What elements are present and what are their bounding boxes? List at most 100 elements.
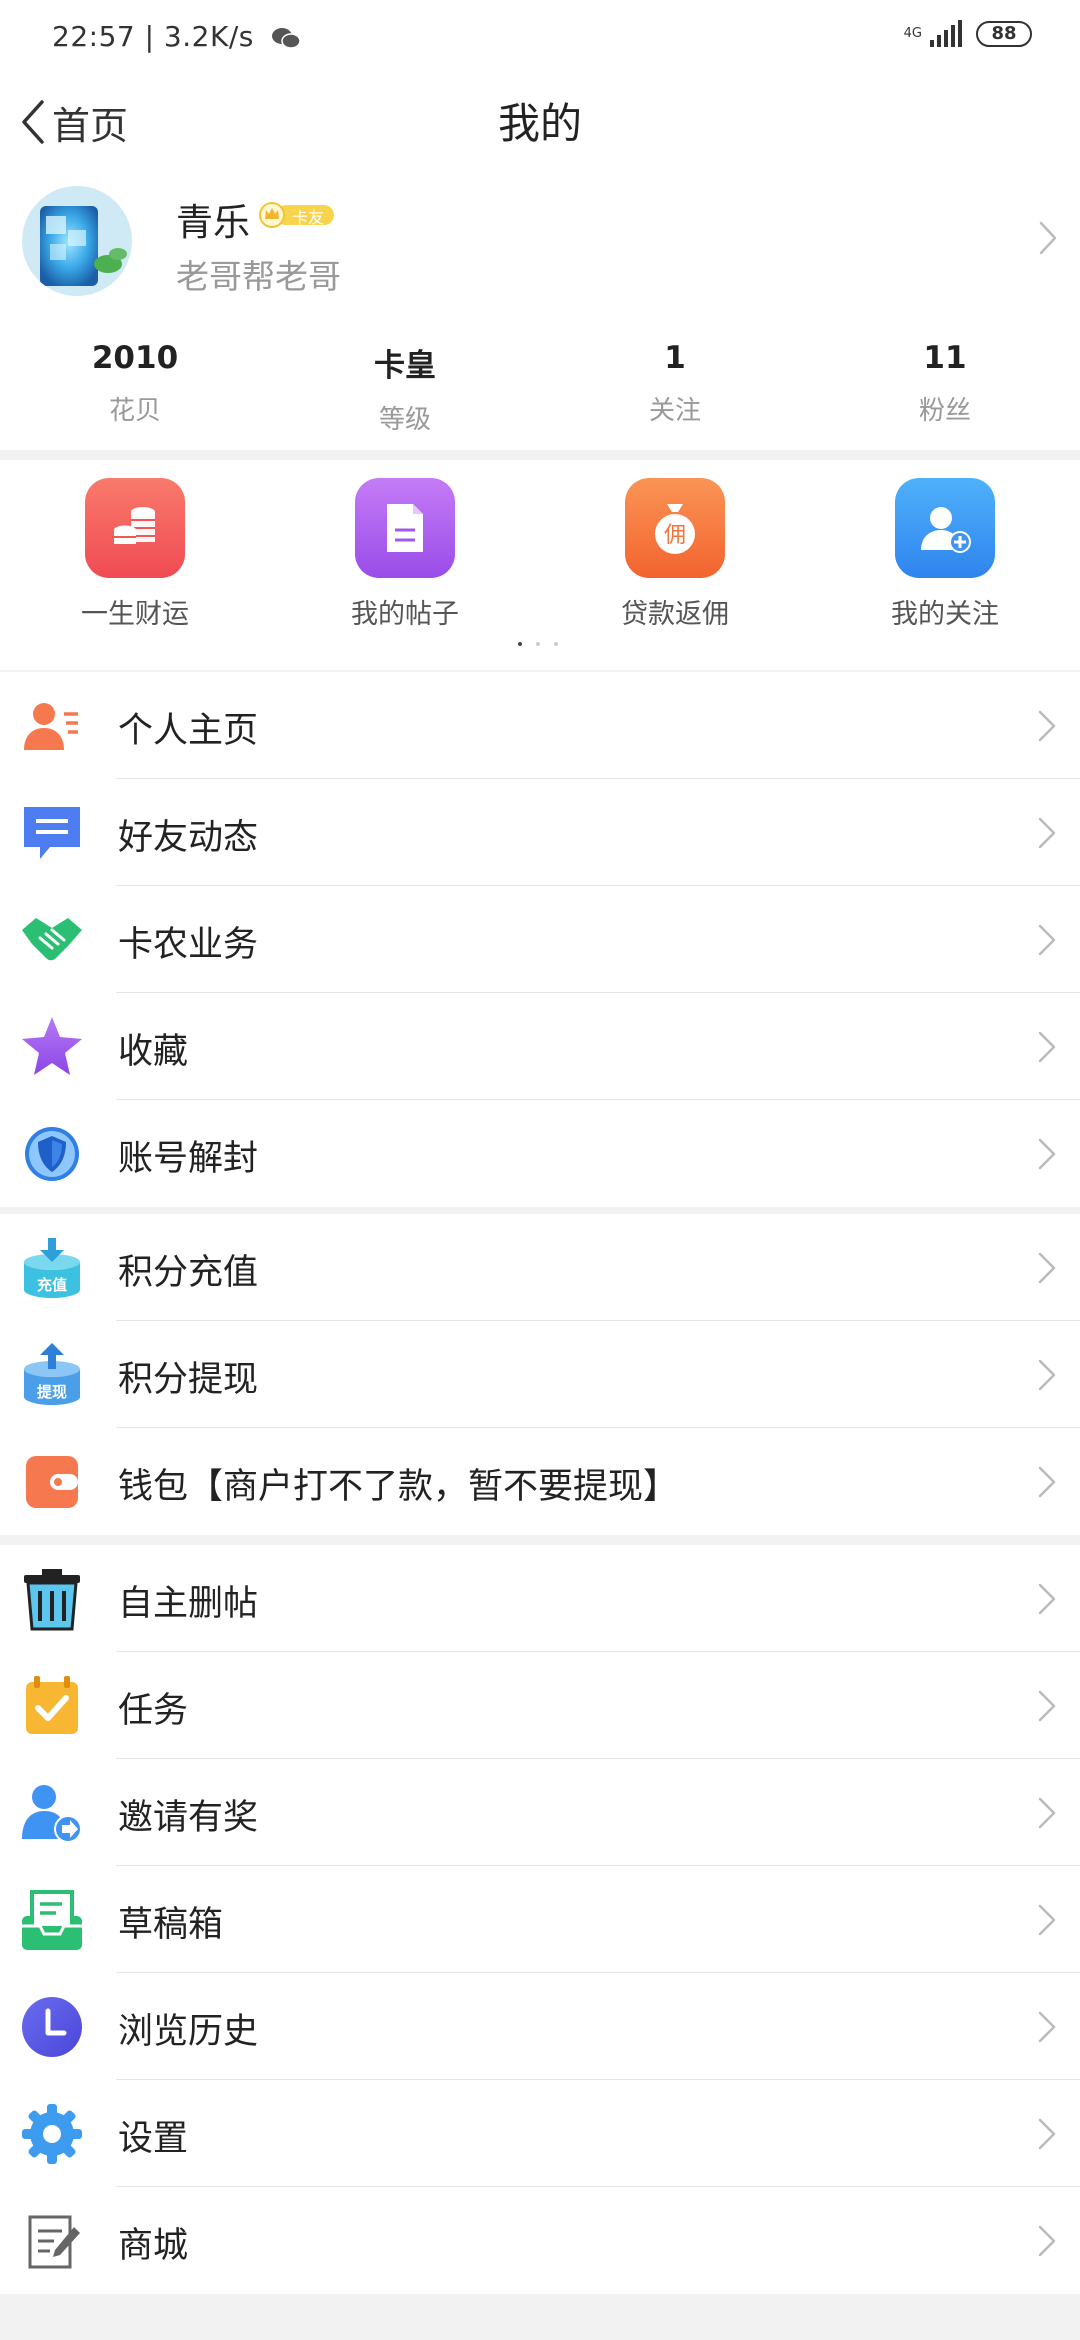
gear-icon	[20, 2102, 84, 2166]
menu-item-points-withdraw[interactable]: 提现 积分提现	[0, 1321, 1080, 1428]
chevron-right-icon[interactable]	[1036, 218, 1060, 258]
menu-item-label: 积分提现	[118, 1360, 259, 1400]
status-time-text: 22:57 | 3.2K/s	[52, 20, 254, 53]
signal-icon	[930, 20, 962, 47]
menu-item-label: 商城	[118, 2226, 189, 2266]
task-icon	[20, 1674, 84, 1738]
stat-value: 11	[923, 340, 967, 376]
stat-value: 2010	[91, 340, 179, 376]
menu-item-label: 个人主页	[118, 711, 259, 751]
profile-section: 青乐 卡友 老哥帮老哥 2010 花贝 卡皇 等级 1 关注 11 粉丝	[0, 180, 1080, 450]
chevron-right-icon	[1038, 710, 1056, 742]
menu-item-browse-history[interactable]: 浏览历史	[0, 1973, 1080, 2080]
chevron-right-icon	[1038, 2011, 1056, 2043]
wallet-icon	[20, 1450, 84, 1514]
chevron-right-icon	[1038, 1583, 1056, 1615]
quick-action-label: 我的帖子	[351, 599, 459, 630]
quick-action-label: 我的关注	[891, 599, 999, 630]
add-user-icon	[895, 478, 995, 578]
mall-icon	[20, 2209, 84, 2273]
status-bar: 22:57 | 3.2K/s 4G 88	[0, 0, 1080, 70]
chevron-right-icon	[1038, 1466, 1056, 1498]
menu-item-label: 自主删帖	[118, 1584, 259, 1624]
page-indicator	[518, 642, 558, 646]
withdraw-badge-label: 提现	[37, 1383, 67, 1401]
chevron-right-icon	[1038, 1690, 1056, 1722]
menu-item-label: 收藏	[118, 1032, 189, 1072]
vip-badge-label: 卡友	[292, 208, 325, 227]
stat-label: 花贝	[108, 396, 161, 426]
quick-action-my-follows[interactable]: 我的关注	[845, 478, 1045, 631]
menu-item-label: 钱包【商户打不了款，暂不要提现】	[118, 1467, 679, 1507]
menu-item-kanong-business[interactable]: 卡农业务	[0, 886, 1080, 993]
chevron-right-icon	[1038, 2225, 1056, 2257]
recharge-icon: 充值	[20, 1236, 84, 1300]
chevron-right-icon	[1038, 1031, 1056, 1063]
chevron-right-icon	[1038, 817, 1056, 849]
menu-item-label: 积分充值	[118, 1253, 259, 1293]
quick-action-fortune[interactable]: 一生财运	[35, 478, 235, 631]
svg-text:佣: 佣	[664, 523, 686, 548]
menu-item-invite-reward[interactable]: 邀请有奖	[0, 1759, 1080, 1866]
menu-item-label: 账号解封	[118, 1139, 259, 1179]
menu-item-friend-feed[interactable]: 好友动态	[0, 779, 1080, 886]
chevron-right-icon	[1038, 2118, 1056, 2150]
quick-action-label: 一生财运	[81, 599, 189, 630]
trash-icon	[20, 1567, 84, 1631]
user-subtitle: 老哥帮老哥	[176, 257, 341, 296]
page-dot	[518, 642, 522, 646]
menu-item-label: 邀请有奖	[118, 1798, 259, 1838]
page-dot	[536, 642, 540, 646]
chevron-right-icon	[1038, 1904, 1056, 1936]
invite-icon	[20, 1781, 84, 1845]
chevron-right-icon	[1038, 924, 1056, 956]
menu-item-label: 浏览历史	[118, 2012, 259, 2052]
menu-item-label: 好友动态	[118, 818, 259, 858]
stats-row: 2010 花贝 卡皇 等级 1 关注 11 粉丝	[0, 340, 1080, 436]
star-icon	[20, 1015, 84, 1079]
menu-item-self-delete-post[interactable]: 自主删帖	[0, 1545, 1080, 1652]
chevron-right-icon	[1038, 1797, 1056, 1829]
document-icon	[355, 478, 455, 578]
menu-item-favorites[interactable]: 收藏	[0, 993, 1080, 1100]
quick-action-loan-rebate[interactable]: 佣 贷款返佣	[575, 478, 775, 631]
stat-fans[interactable]: 11 粉丝	[810, 340, 1080, 436]
chevron-right-icon	[1038, 1138, 1056, 1170]
menu-item-tasks[interactable]: 任务	[0, 1652, 1080, 1759]
stat-value: 卡皇	[374, 348, 436, 384]
stat-label: 粉丝	[918, 396, 971, 426]
menu-item-drafts[interactable]: 草稿箱	[0, 1866, 1080, 1973]
chevron-right-icon	[1038, 1252, 1056, 1284]
page-dot	[554, 642, 558, 646]
quick-action-my-posts[interactable]: 我的帖子	[305, 478, 505, 631]
page-title: 我的	[497, 99, 582, 148]
wechat-icon	[272, 28, 301, 49]
avatar[interactable]	[22, 186, 132, 296]
stat-level[interactable]: 卡皇 等级	[270, 340, 540, 436]
menu-item-label: 设置	[118, 2119, 189, 2159]
stat-following[interactable]: 1 关注	[540, 340, 810, 436]
menu-item-label: 卡农业务	[118, 925, 259, 965]
menu-item-account-unban[interactable]: 账号解封	[0, 1100, 1080, 1207]
money-bag-icon: 佣	[625, 478, 725, 578]
status-icons: 4G 88	[904, 20, 1032, 48]
stat-huabei[interactable]: 2010 花贝	[0, 340, 270, 436]
drafts-icon	[20, 1888, 84, 1952]
menu-item-label: 草稿箱	[118, 1905, 224, 1945]
menu-item-settings[interactable]: 设置	[0, 2080, 1080, 2187]
nav-bar: 首页 我的	[0, 70, 1080, 180]
quick-actions: 一生财运 我的帖子 佣 贷款返佣 我的关注	[0, 460, 1080, 670]
menu-group-1: 个人主页 好友动态 卡农业务 收藏 账号解封	[0, 672, 1080, 1207]
handshake-icon	[20, 908, 84, 972]
menu-item-label: 任务	[118, 1691, 189, 1731]
quick-action-label: 贷款返佣	[621, 599, 729, 630]
menu-item-points-recharge[interactable]: 充值 积分充值	[0, 1214, 1080, 1321]
avatar-image	[22, 186, 132, 296]
menu-item-wallet[interactable]: 钱包【商户打不了款，暂不要提现】	[0, 1428, 1080, 1535]
vip-badge: 卡友	[258, 202, 336, 228]
menu-group-2: 充值 积分充值 提现 积分提现 钱包【商户打不了款，暂不要提现】	[0, 1214, 1080, 1535]
status-time: 22:57 | 3.2K/s	[52, 20, 301, 53]
menu-item-mall[interactable]: 商城	[0, 2187, 1080, 2294]
menu-item-profile-home[interactable]: 个人主页	[0, 672, 1080, 779]
network-label: 4G	[903, 26, 922, 41]
